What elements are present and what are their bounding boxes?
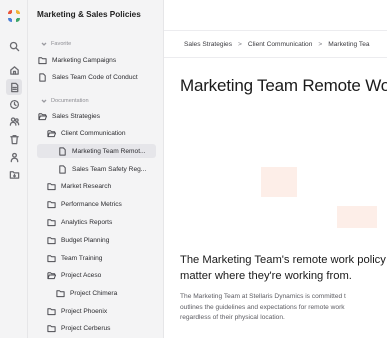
sidebar-item-label: Sales Team Code of Conduct	[52, 73, 138, 81]
page-title[interactable]: Marketing Team Remote Wo	[180, 76, 387, 96]
section-favorite-label: Favorite	[51, 41, 72, 47]
recent-icon[interactable]	[7, 97, 21, 111]
sidebar-item-sales-code-of-conduct[interactable]: Sales Team Code of Conduct	[38, 70, 162, 84]
folder-icon	[47, 236, 56, 245]
trash-icon[interactable]	[7, 132, 21, 146]
folder-icon	[47, 200, 56, 209]
headline-line: matter where they're working from.	[180, 270, 352, 282]
sidebar-item-label: Performance Metrics	[61, 200, 122, 208]
document-icon[interactable]	[6, 79, 22, 95]
document-icon	[58, 146, 67, 156]
sidebar-item-budget-planning[interactable]: Budget Planning	[47, 233, 158, 247]
breadcrumb-separator: >	[238, 41, 242, 48]
folder-icon	[47, 254, 56, 263]
sidebar-item-project-chimera[interactable]: Project Chimera	[56, 286, 158, 300]
sidebar-item-market-research[interactable]: Market Research	[47, 179, 158, 193]
sidebar-item-label: Team Training	[61, 254, 103, 262]
folder-open-icon	[38, 112, 48, 121]
folder-icon	[56, 289, 65, 298]
chevron-down-icon	[41, 41, 47, 47]
breadcrumb-item[interactable]: Sales Strategies	[184, 41, 232, 48]
search-icon[interactable]	[7, 39, 21, 53]
section-favorite[interactable]: Favorite	[41, 41, 71, 47]
folder-open-icon	[47, 129, 57, 138]
document-toolbar: Sales Strategies > Client Communication …	[164, 30, 387, 58]
sidebar-item-team-training[interactable]: Team Training	[47, 251, 158, 265]
sidebar-item-label: Sales Strategies	[52, 112, 101, 120]
document-icon	[38, 72, 47, 82]
sidebar-item-label: Project Aceso	[61, 271, 102, 279]
workspace-title[interactable]: Marketing & Sales Policies	[37, 10, 141, 19]
folder-icon	[47, 218, 56, 227]
users-icon[interactable]	[7, 114, 21, 128]
sidebar-item-label: Client Communication	[61, 129, 126, 137]
sidebar: Marketing & Sales Policies Favorite Mark…	[28, 0, 164, 338]
chevron-down-icon	[41, 98, 47, 104]
sidebar-item-label: Project Cerberus	[61, 324, 111, 332]
folder-icon	[47, 324, 56, 333]
body-line: outlines the guidelines and expectations…	[180, 303, 345, 311]
section-documentation-label: Documentation	[51, 98, 89, 104]
document-body: The Marketing Team at Stellaris Dynamics…	[180, 292, 387, 324]
archive-icon[interactable]	[7, 167, 21, 181]
folder-icon	[38, 56, 47, 65]
home-icon[interactable]	[7, 63, 21, 77]
sidebar-item-project-phoenix[interactable]: Project Phoenix	[47, 304, 158, 318]
sidebar-item-label: Project Phoenix	[61, 307, 108, 315]
document-pane: Sales Strategies > Client Communication …	[164, 0, 387, 338]
sidebar-item-client-communication[interactable]: Client Communication	[47, 126, 158, 140]
document-headline: The Marketing Team's remote work policy …	[180, 252, 387, 284]
sidebar-item-label: Market Research	[61, 182, 112, 190]
headline-line: The Marketing Team's remote work policy	[180, 254, 386, 266]
breadcrumb: Sales Strategies > Client Communication …	[184, 41, 370, 48]
sidebar-item-performance-metrics[interactable]: Performance Metrics	[47, 197, 158, 211]
sidebar-item-project-aceso[interactable]: Project Aceso	[47, 268, 158, 282]
sidebar-item-label: Marketing Team Remot...	[72, 147, 146, 155]
app-logo-icon[interactable]	[6, 8, 22, 24]
folder-icon	[47, 307, 56, 316]
breadcrumb-item[interactable]: Marketing Tea	[328, 41, 369, 48]
sidebar-item-sales-strategies[interactable]: Sales Strategies	[38, 109, 158, 123]
body-line: regardless of their physical location.	[180, 314, 285, 322]
sidebar-item-label: Budget Planning	[61, 236, 110, 244]
sidebar-item-label: Analytics Reports	[61, 218, 113, 226]
sidebar-item-marketing-team-remote[interactable]: Marketing Team Remot...	[37, 144, 156, 158]
sidebar-item-analytics-reports[interactable]: Analytics Reports	[47, 215, 158, 229]
app-rail	[0, 0, 28, 338]
sidebar-item-label: Project Chimera	[70, 289, 118, 297]
breadcrumb-item[interactable]: Client Communication	[248, 41, 313, 48]
breadcrumb-separator: >	[318, 41, 323, 48]
person-icon[interactable]	[7, 150, 21, 164]
sidebar-item-label: Marketing Campaigns	[52, 56, 117, 64]
sidebar-item-sales-team-safety[interactable]: Sales Team Safety Reg...	[58, 162, 158, 176]
sidebar-item-project-cerberus[interactable]: Project Cerberus	[47, 321, 158, 335]
folder-open-icon	[47, 271, 57, 280]
hero-grid-image	[180, 136, 387, 228]
section-documentation[interactable]: Documentation	[41, 98, 89, 104]
document-icon	[58, 164, 67, 174]
sidebar-item-label: Sales Team Safety Reg...	[72, 165, 147, 173]
body-line: The Marketing Team at Stellaris Dynamics…	[180, 293, 346, 300]
sidebar-item-marketing-campaigns[interactable]: Marketing Campaigns	[38, 53, 158, 67]
folder-icon	[47, 182, 56, 191]
